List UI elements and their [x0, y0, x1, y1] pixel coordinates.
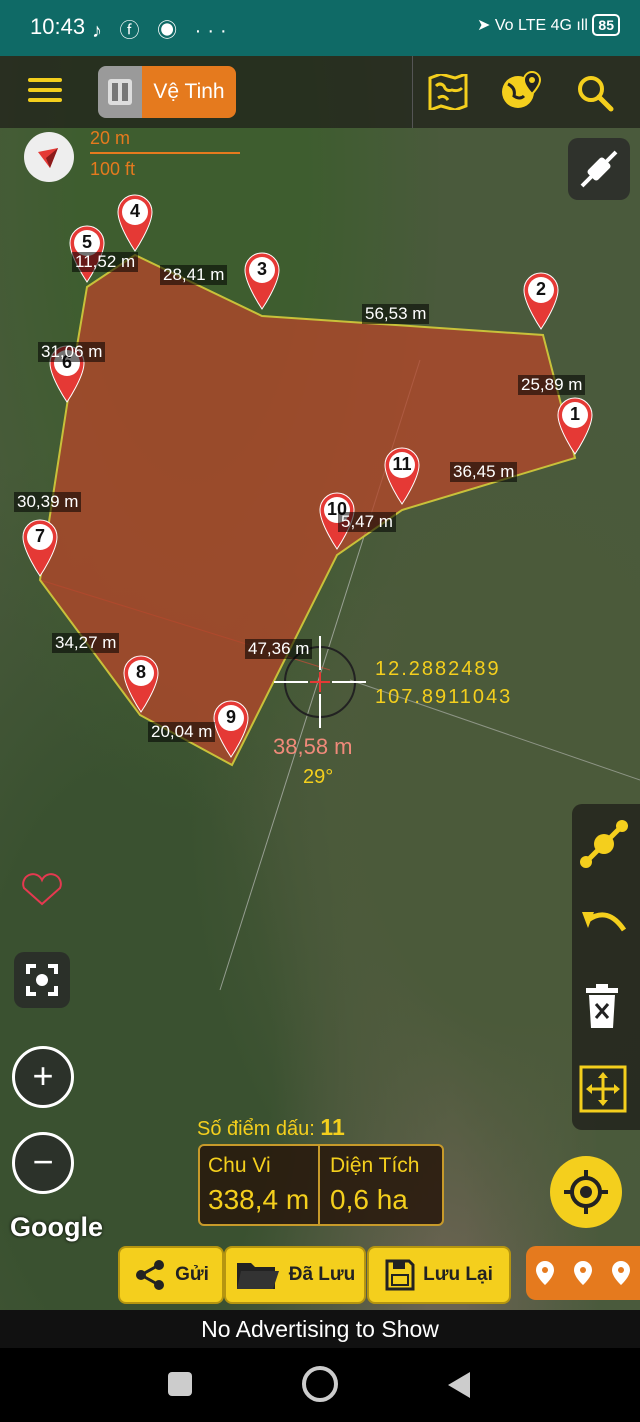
map-marker-number: 5 — [81, 232, 92, 252]
top-toolbar — [0, 56, 640, 128]
map-marker[interactable]: 1 — [557, 397, 593, 455]
map-layers-icon — [98, 66, 142, 118]
distance-label: 25,89 m — [518, 375, 586, 395]
map-marker-number: 8 — [135, 662, 146, 682]
latitude-readout: 12.2882489 — [375, 658, 501, 680]
home-button[interactable] — [302, 1366, 338, 1402]
compass-icon[interactable] — [24, 132, 74, 182]
edit-path-icon[interactable] — [578, 818, 630, 875]
distance-label: 28,41 m — [160, 265, 228, 285]
scale-imperial: 100 ft — [90, 159, 136, 179]
distance-label: 47,36 m — [245, 639, 313, 659]
back-button[interactable] — [446, 1370, 472, 1400]
crosshair-distance: 38,58 m — [273, 734, 353, 759]
save-label: Lưu Lại — [423, 1264, 493, 1285]
points-count: Số điểm dấu: 11 — [197, 1114, 345, 1141]
menu-icon[interactable] — [28, 72, 62, 108]
saved-button[interactable]: Đã Lưu — [224, 1246, 366, 1304]
search-icon[interactable] — [576, 74, 614, 117]
map-marker-number: 9 — [225, 707, 236, 727]
pin-icon — [574, 1261, 592, 1285]
google-logo: Google — [10, 1212, 103, 1242]
delete-icon[interactable] — [584, 984, 620, 1033]
map-marker-number: 2 — [535, 279, 546, 299]
pin-icon — [536, 1261, 554, 1285]
saved-label: Đã Lưu — [288, 1264, 356, 1285]
signal-icons: ➤ Vo LTE 4G ıll — [477, 17, 588, 34]
recents-button[interactable] — [168, 1372, 192, 1396]
map-marker-number: 4 — [129, 201, 140, 221]
distance-label: 11,52 m — [72, 252, 139, 272]
plug-icon — [580, 150, 618, 188]
distance-label: 56,53 m — [362, 304, 430, 324]
map-marker[interactable]: 4 — [117, 194, 153, 252]
longitude-readout: 107.8911043 — [375, 686, 513, 708]
distance-label: 5,47 m — [338, 512, 396, 532]
map-marker-number: 1 — [569, 404, 580, 424]
scale-metric: 20 m — [90, 128, 131, 148]
map-marker-number: 11 — [392, 454, 412, 474]
map-marker[interactable]: 7 — [22, 519, 58, 577]
zoom-out-button[interactable]: − — [12, 1132, 74, 1194]
stats-box: Chu Vi 338,4 m Diện Tích 0,6 ha — [198, 1144, 444, 1226]
notification-icons: ♪ ⓕ ◉ ··· — [92, 20, 233, 42]
map-marker-number: 7 — [34, 526, 45, 546]
distance-label: 20,04 m — [148, 722, 216, 742]
status-right: ➤ Vo LTE 4G ıll 85 — [477, 14, 620, 36]
world-map-icon[interactable] — [428, 71, 468, 115]
floppy-disk-icon — [385, 1259, 415, 1291]
distance-label: 36,45 m — [450, 462, 518, 482]
share-icon — [136, 1260, 165, 1290]
gps-target-icon — [564, 1170, 608, 1214]
map-marker[interactable]: 2 — [523, 272, 559, 330]
ad-banner: No Advertising to Show — [0, 1310, 640, 1348]
status-time: 10:43 — [30, 14, 86, 39]
divider — [412, 56, 413, 128]
undo-icon[interactable] — [580, 902, 628, 947]
my-location-button[interactable] — [550, 1156, 622, 1228]
status-bar: 10:43 ♪ ⓕ ◉ ··· ➤ Vo LTE 4G ıll 85 — [0, 0, 640, 56]
save-button[interactable]: Lưu Lại — [367, 1246, 511, 1304]
distance-label: 34,27 m — [52, 633, 120, 653]
system-nav-bar — [0, 1348, 640, 1422]
distance-label: 31,06 m — [38, 342, 106, 362]
send-button[interactable]: Gửi — [118, 1246, 224, 1304]
map-marker-number: 3 — [256, 259, 267, 279]
perimeter-value: 338,4 m — [208, 1184, 310, 1215]
map-marker[interactable]: 8 — [123, 655, 159, 713]
globe-location-icon[interactable] — [500, 70, 542, 117]
zoom-in-button[interactable]: + — [12, 1046, 74, 1108]
map-type-label: Vệ Tinh — [142, 66, 236, 118]
marker-mode-button[interactable] — [526, 1246, 640, 1300]
screenshot-button[interactable] — [14, 952, 70, 1008]
fit-bounds-icon[interactable] — [578, 1064, 628, 1119]
crosshair-angle: 29° — [303, 766, 334, 788]
scale-bar — [90, 152, 240, 154]
points-label: Số điểm dấu: — [197, 1118, 315, 1140]
map-type-button[interactable]: Vệ Tinh — [98, 66, 236, 118]
favorite-heart-icon — [22, 873, 62, 906]
area-label: Diện Tích — [330, 1154, 420, 1177]
perimeter-label: Chu Vi — [208, 1154, 271, 1177]
send-label: Gửi — [175, 1264, 209, 1285]
pin-icon — [612, 1261, 630, 1285]
map-marker[interactable]: 3 — [244, 252, 280, 310]
battery-icon: 85 — [592, 14, 620, 36]
points-value: 11 — [320, 1114, 345, 1140]
distance-label: 30,39 m — [14, 492, 82, 512]
area-value: 0,6 ha — [330, 1184, 408, 1215]
focus-frame-icon — [26, 964, 58, 996]
map-marker[interactable]: 11 — [384, 447, 420, 505]
map-marker[interactable]: 9 — [213, 700, 249, 758]
gps-connection-button[interactable] — [568, 138, 630, 200]
folder-icon — [236, 1263, 279, 1289]
